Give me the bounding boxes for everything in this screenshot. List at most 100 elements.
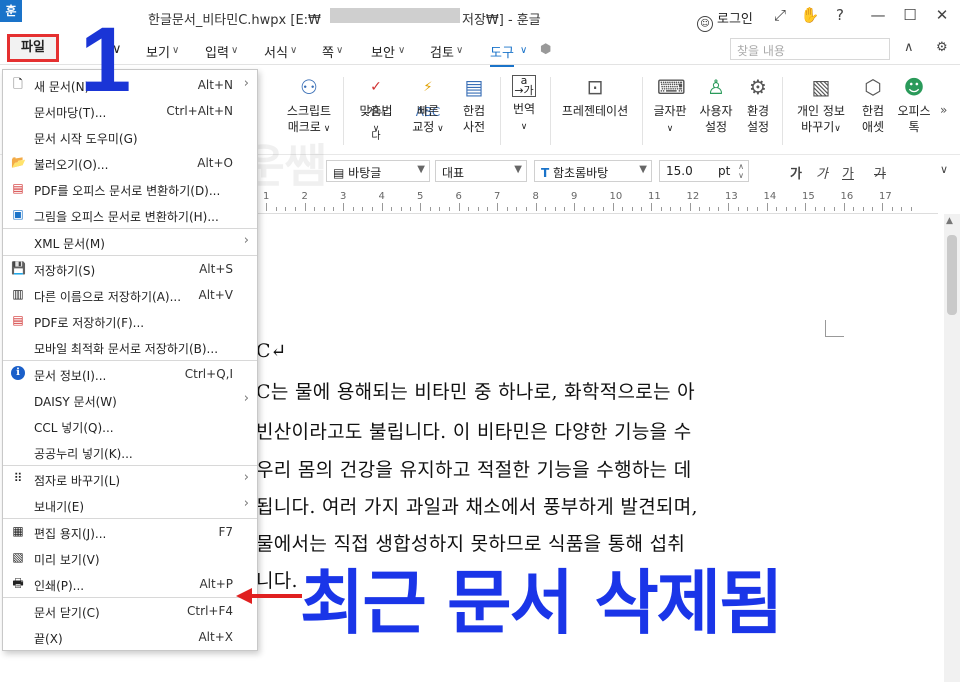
maximize-button[interactable]: ☐ bbox=[900, 6, 920, 24]
style-select[interactable]: ▤ 바탕글 ▼ bbox=[326, 160, 430, 182]
chevron-right-icon: › bbox=[243, 391, 249, 406]
menu-item[interactable]: 모바일 최적화 문서로 저장하기(B)... bbox=[3, 334, 257, 360]
menu-item-label: 미리 보기(V) bbox=[34, 553, 100, 567]
menu-item[interactable]: ▥ 다른 이름으로 저장하기(A)... Alt+V bbox=[3, 282, 257, 308]
button-label: 글자판 bbox=[653, 104, 687, 118]
language-select[interactable]: 대표 ▼ bbox=[435, 160, 527, 182]
menu-item[interactable]: DAISY 문서(W) › bbox=[3, 387, 257, 413]
hand-icon[interactable]: ✋ bbox=[800, 6, 820, 24]
menu-item-label: 그림을 오피스 문서로 변환하기(H)... bbox=[34, 210, 219, 224]
font-value: 함초롬바탕 bbox=[553, 166, 609, 180]
script-macro-button[interactable]: ⚇ 스크립트 매크로 ∨ bbox=[285, 75, 333, 137]
button-label: 애셋 bbox=[861, 120, 885, 134]
tab-review[interactable]: 검토 bbox=[430, 42, 454, 61]
document-line[interactable]: 니다. bbox=[256, 566, 298, 593]
document-line[interactable]: 우리 몸의 건강을 유지하고 적절한 기능을 수행하는 데 bbox=[256, 455, 692, 482]
document-line[interactable]: C는 물에 용해되는 비타민 중 하나로, 화학적으로는 아 bbox=[256, 377, 695, 404]
collapse-ribbon-icon[interactable]: ∧ bbox=[904, 40, 914, 55]
tab-tools[interactable]: 도구 bbox=[490, 42, 514, 67]
asset-button[interactable]: ⬡ 한컴 애셋 bbox=[857, 75, 889, 135]
app-logo[interactable]: 훈 bbox=[0, 0, 22, 22]
settings-icon[interactable]: ⚙ bbox=[936, 40, 948, 55]
font-size-input[interactable]: 15.0 pt ∧ ∨ bbox=[659, 160, 749, 182]
document-heading[interactable]: C↵ bbox=[256, 340, 286, 362]
ruler-number: 11 bbox=[648, 191, 661, 202]
spellcheck-button[interactable]: ✓ 가나다 맞춤법 ∨ bbox=[357, 75, 395, 142]
document-line[interactable]: 됩니다. 여러 가지 과일과 채소에서 풍부하게 발견되며, bbox=[256, 492, 698, 519]
tab-view[interactable]: 보기 bbox=[146, 42, 170, 61]
menu-item[interactable]: 💾 저장하기(S) Alt+S bbox=[3, 256, 257, 282]
bold-button[interactable]: 가 bbox=[790, 163, 802, 182]
minimize-button[interactable]: — bbox=[868, 6, 888, 24]
login-button[interactable]: ☺ 로그인 bbox=[697, 8, 753, 32]
stepper-icon[interactable]: ∧ ∨ bbox=[738, 162, 744, 180]
menu-item[interactable]: ▣ 그림을 오피스 문서로 변환하기(H)... bbox=[3, 202, 257, 228]
quick-correct-button[interactable]: ⚡ ABC 빠른 교정 ∨ bbox=[409, 75, 447, 137]
menu-item[interactable]: XML 문서(M) › bbox=[3, 229, 257, 255]
ruler-tick bbox=[294, 207, 296, 211]
menu-item[interactable]: CCL 넣기(Q)... bbox=[3, 413, 257, 439]
menu-item[interactable]: ▦ 편집 용지(J)... F7 bbox=[3, 519, 257, 545]
ruler-tick bbox=[304, 203, 306, 211]
ribbon-more-icon[interactable]: » bbox=[940, 103, 947, 117]
button-label: 개인 정보 bbox=[797, 104, 845, 118]
user-settings-button[interactable]: ♙ 사용자 설정 bbox=[697, 75, 735, 135]
presentation-button[interactable]: ⊡ 프레젠테이션 bbox=[558, 75, 632, 119]
dictionary-button[interactable]: ▤ 한컴 사전 bbox=[456, 75, 492, 135]
menu-item-shortcut: Alt+V bbox=[198, 288, 233, 302]
tab-format[interactable]: 서식 bbox=[264, 42, 288, 61]
ruler-tick bbox=[593, 207, 595, 211]
scrollbar-thumb[interactable] bbox=[947, 235, 957, 315]
underline-button[interactable]: 가 bbox=[842, 163, 854, 182]
chevron-down-icon: ∨ bbox=[520, 45, 528, 56]
ruler-tick bbox=[872, 207, 874, 211]
ruler-tick bbox=[910, 207, 912, 211]
menu-item[interactable]: 공공누리 넣기(K)... bbox=[3, 439, 257, 465]
help-icon[interactable]: ? bbox=[830, 6, 850, 24]
ruler-tick bbox=[853, 207, 855, 211]
scroll-up-icon[interactable]: ▲ bbox=[946, 216, 953, 226]
ruler-tick bbox=[314, 207, 316, 211]
menu-item[interactable]: 🖶 인쇄(P)... Alt+P bbox=[3, 571, 257, 597]
menu-item[interactable]: ▧ 미리 보기(V) bbox=[3, 545, 257, 571]
file-menu: 🗋 새 문서(N) Alt+N › 문서마당(T)... Ctrl+Alt+N 문서 시작 … bbox=[2, 69, 258, 651]
menu-item[interactable]: 끝(X) Alt+X bbox=[3, 624, 257, 650]
close-button[interactable]: ✕ bbox=[932, 6, 952, 24]
translate-button[interactable]: a →가 번역 ∨ bbox=[508, 75, 540, 135]
italic-button[interactable]: 가 bbox=[816, 163, 828, 182]
menu-item[interactable]: 문서 닫기(C) Ctrl+F4 bbox=[3, 598, 257, 624]
privacy-button[interactable]: ▧ 개인 정보 바꾸기∨ bbox=[792, 75, 850, 137]
environment-settings-button[interactable]: ⚙ 환경 설정 bbox=[742, 75, 774, 135]
chevron-down-icon: ▼ bbox=[639, 164, 647, 175]
tab-security[interactable]: 보안 bbox=[371, 42, 395, 61]
keyboard-button[interactable]: ⌨ 글자판 ∨ bbox=[652, 75, 688, 137]
menu-item[interactable]: ▤ PDF를 오피스 문서로 변환하기(D)... bbox=[3, 176, 257, 202]
tab-insert[interactable]: 입력 bbox=[205, 42, 229, 61]
ruler-tick bbox=[574, 203, 575, 211]
menu-item[interactable]: 📂 불러오기(O)... Alt+O bbox=[3, 150, 257, 176]
font-select[interactable]: T 함초롬바탕 ▼ bbox=[534, 160, 652, 182]
menu-item[interactable]: 보내기(E) › bbox=[3, 492, 257, 518]
menu-item-label: 문서 정보(I)... bbox=[34, 369, 107, 383]
strikethrough-button[interactable]: 가 bbox=[874, 163, 886, 182]
tools-extra-icon[interactable]: ⬢ bbox=[540, 42, 551, 57]
ruler-number: 6 bbox=[455, 191, 462, 202]
menu-item-shortcut: Alt+O bbox=[197, 156, 233, 170]
ruler-tick bbox=[708, 207, 710, 211]
chevron-right-icon: › bbox=[243, 76, 249, 91]
menu-item-shortcut: Alt+S bbox=[199, 262, 233, 276]
format-more-icon[interactable]: ∨ bbox=[940, 163, 948, 176]
office-talk-button[interactable]: ☻ 오피스 톡 bbox=[896, 75, 932, 135]
menu-item[interactable]: ▤ PDF로 저장하기(F)... bbox=[3, 308, 257, 334]
tab-file[interactable]: 파일 bbox=[7, 34, 59, 62]
menu-item[interactable]: ⠿ 점자로 바꾸기(L) › bbox=[3, 466, 257, 492]
page-corner-mark bbox=[825, 320, 844, 337]
document-line[interactable]: 빈산이라고도 불립니다. 이 비타민은 다양한 기능을 수 bbox=[256, 417, 692, 444]
search-input[interactable]: 찾을 내용 bbox=[730, 38, 890, 60]
menu-item[interactable]: 문서 시작 도우미(G) bbox=[3, 124, 257, 150]
fullscreen-icon[interactable]: ⤢ bbox=[770, 6, 790, 24]
ruler-tick bbox=[381, 203, 383, 211]
ruler[interactable]: 1 2 3 4 5 6 7 8 9 10 11 12 13 14 15 16 17 bbox=[258, 187, 938, 214]
tab-page[interactable]: 쪽 bbox=[322, 42, 334, 61]
menu-item[interactable]: ℹ 문서 정보(I)... Ctrl+Q,I bbox=[3, 361, 257, 387]
